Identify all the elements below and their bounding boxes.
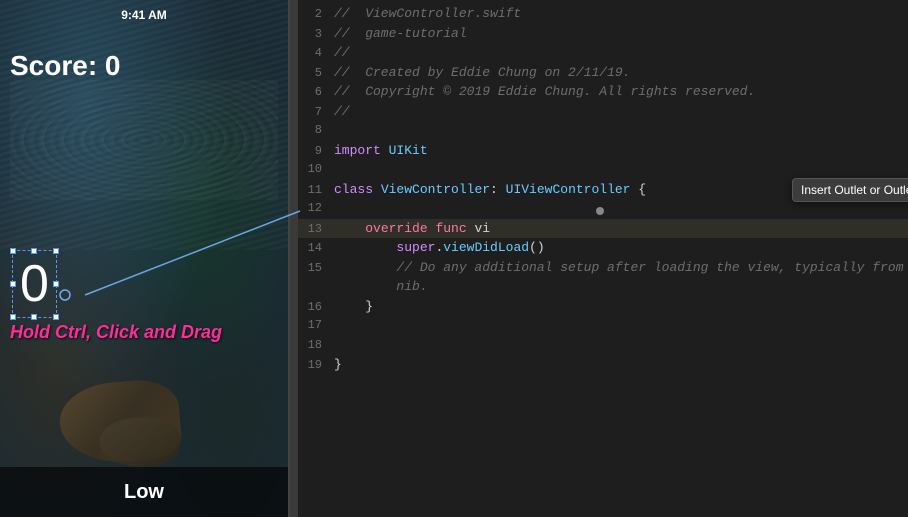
simulator-bottom-bar: Low xyxy=(0,467,288,517)
code-line-2: 2 // ViewController.swift xyxy=(298,4,908,24)
handle-bot-mid xyxy=(31,314,37,320)
drag-origin-dot xyxy=(596,207,604,215)
handle-mid-right xyxy=(53,281,59,287)
code-line-9: 9 import UIKit xyxy=(298,141,908,161)
code-line-4: 4 // xyxy=(298,43,908,63)
code-line-18: 18 xyxy=(298,336,908,356)
outlet-tooltip: Insert Outlet or Outlet Collection xyxy=(792,178,908,202)
handle-top-mid xyxy=(31,248,37,254)
code-line-5: 5 // Created by Eddie Chung on 2/11/19. xyxy=(298,63,908,83)
handle-top-right xyxy=(53,248,59,254)
code-line-16: 16 } xyxy=(298,297,908,317)
code-line-14: 14 super.viewDidLoad() xyxy=(298,238,908,258)
panel-divider xyxy=(290,0,298,517)
handle-bot-left xyxy=(10,314,16,320)
code-line-8: 8 xyxy=(298,121,908,141)
simulator-time: 9:41 AM xyxy=(121,8,167,22)
ctrl-drag-instruction: Hold Ctrl, Click and Drag xyxy=(10,322,222,343)
code-editor-panel[interactable]: 2 // ViewController.swift 3 // game-tuto… xyxy=(298,0,908,517)
code-line-6: 6 // Copyright © 2019 Eddie Chung. All r… xyxy=(298,82,908,102)
water-foam xyxy=(10,80,278,200)
code-line-13: 13 override func vi xyxy=(298,219,908,239)
handle-top-left xyxy=(10,248,16,254)
code-line-19: 19 } xyxy=(298,355,908,375)
zero-label-container[interactable]: 0 xyxy=(20,258,49,310)
handle-mid-left xyxy=(10,281,16,287)
selection-box xyxy=(12,250,57,318)
code-line-17: 17 xyxy=(298,316,908,336)
low-label: Low xyxy=(124,481,164,504)
code-line-15: 15 // Do any additional setup after load… xyxy=(298,258,908,278)
simulator-panel: 9:41 AM Score: 0 0 Hold Ctrl, Click and … xyxy=(0,0,290,517)
code-line-7: 7 // xyxy=(298,102,908,122)
handle-bot-right xyxy=(53,314,59,320)
score-label: Score: 0 xyxy=(10,50,121,82)
code-line-10: 10 xyxy=(298,160,908,180)
code-line-3: 3 // game-tutorial xyxy=(298,24,908,44)
code-line-15b: nib. xyxy=(298,277,908,297)
